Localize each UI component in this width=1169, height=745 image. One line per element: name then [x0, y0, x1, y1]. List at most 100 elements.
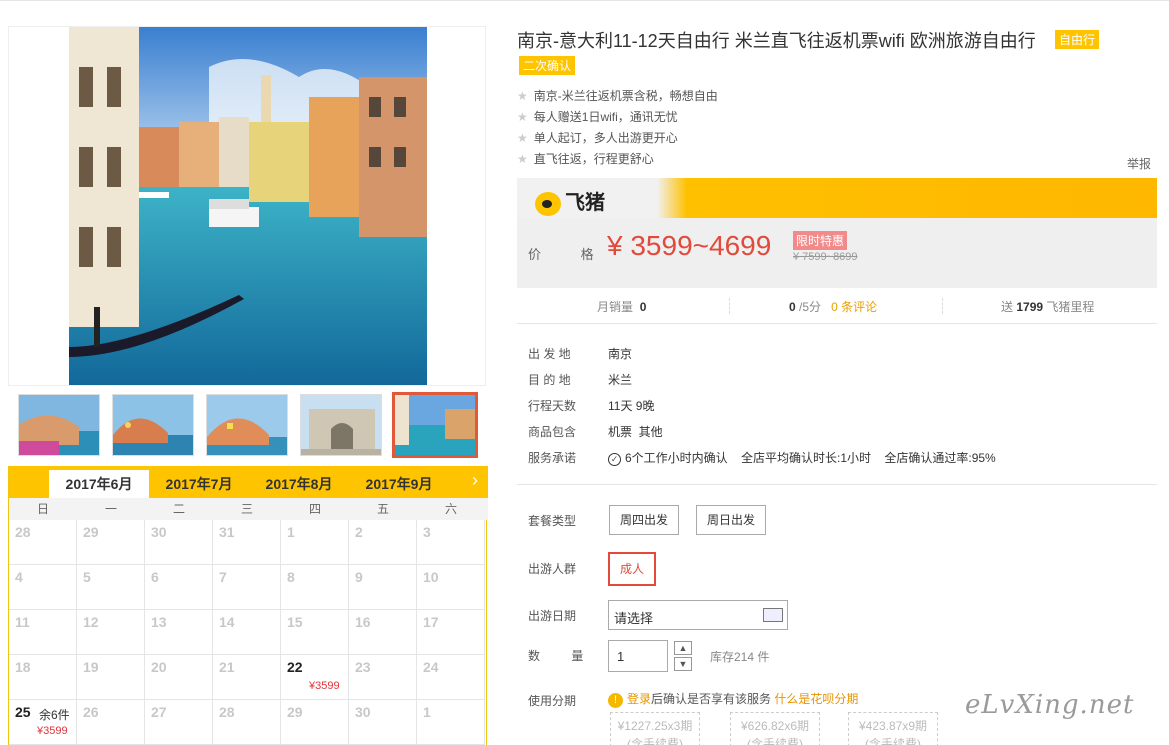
calendar-day[interactable]: 29 — [281, 700, 349, 745]
calendar-day[interactable]: 30 — [349, 700, 417, 745]
calendar-day[interactable]: 10 — [417, 565, 485, 610]
calendar-day[interactable]: 28 — [9, 520, 77, 565]
calendar-day[interactable]: 8 — [281, 565, 349, 610]
calendar-day[interactable]: 30 — [145, 520, 213, 565]
weekday: 六 — [444, 502, 457, 516]
calendar-day[interactable]: 9 — [349, 565, 417, 610]
original-price: ¥ 7599~8699 — [793, 251, 858, 263]
quantity-decrease-button[interactable]: ▼ — [674, 657, 692, 671]
thumbnail-4[interactable] — [300, 394, 382, 456]
tab-month-2[interactable]: 2017年7月 — [149, 470, 249, 498]
thumbnail-1[interactable] — [18, 394, 100, 456]
trip-type-badge: 自由行 — [1055, 30, 1100, 49]
weekday: 一 — [104, 502, 117, 516]
tab-month-1[interactable]: 2017年6月 — [49, 470, 149, 498]
thumbnail-3[interactable] — [206, 394, 288, 456]
calendar-day[interactable]: 15 — [281, 610, 349, 655]
huabei-info-link[interactable]: 什么是花呗分期 — [774, 692, 858, 706]
calendar-day[interactable]: 1 — [281, 520, 349, 565]
cliff-town-thumb — [113, 395, 193, 455]
calendar-day[interactable]: 7 — [213, 565, 281, 610]
calendar-icon[interactable] — [763, 608, 783, 622]
calendar-day[interactable]: 29 — [77, 520, 145, 565]
installment-option-6[interactable]: ¥626.82x6期 (含手续费) — [730, 712, 820, 745]
star-icon: ★ — [517, 152, 528, 166]
installment-option-3[interactable]: ¥1227.25x3期 (含手续费) — [610, 712, 700, 745]
calendar-day[interactable]: 26 — [77, 700, 145, 745]
calendar-month-tabs: 2017年6月 2017年7月 2017年8月 2017年9月 › — [9, 466, 488, 498]
calendar-day[interactable]: 12 — [77, 610, 145, 655]
reviews-link[interactable]: 0 条评论 — [831, 300, 877, 314]
thumbnail-5-selected[interactable] — [392, 392, 478, 458]
date-picker-value: 请选择 — [614, 611, 654, 626]
crowd-adult-button[interactable]: 成人 — [608, 552, 657, 586]
calendar-day[interactable]: 19 — [77, 655, 145, 700]
day-number: 16 — [355, 614, 371, 630]
calendar-day[interactable]: 16 — [349, 610, 417, 655]
rating: 0 /5分 0 条评论 — [789, 300, 878, 314]
calendar-day[interactable]: 14 — [213, 610, 281, 655]
calendar-day[interactable]: 25 余6件 ¥3599 — [9, 700, 77, 745]
day-number: 10 — [423, 569, 439, 585]
calendar-day[interactable]: 31 — [213, 520, 281, 565]
star-icon: ★ — [517, 89, 528, 103]
feature-item: ★ 每人赠送1日wifi，通讯无忧 — [517, 110, 678, 124]
weekday: 四 — [308, 502, 321, 516]
date-picker-input[interactable]: 请选择 — [608, 600, 788, 630]
chevron-right-icon[interactable]: › — [472, 470, 478, 491]
calendar-day[interactable]: 18 — [9, 655, 77, 700]
report-link[interactable]: 举报 — [1127, 155, 1151, 172]
alert-icon: ! — [608, 693, 623, 708]
confirm-badge: 二次确认 — [519, 56, 576, 75]
day-number: 19 — [83, 659, 99, 675]
calendar-day[interactable]: 28 — [213, 700, 281, 745]
quantity-increase-button[interactable]: ▲ — [674, 641, 692, 655]
day-number: 7 — [219, 569, 227, 585]
day-number: 5 — [83, 569, 91, 585]
calendar-day[interactable]: 21 — [213, 655, 281, 700]
calendar-day[interactable]: 3 — [417, 520, 485, 565]
day-number: 11 — [15, 614, 30, 630]
calendar-day[interactable]: 17 — [417, 610, 485, 655]
date-label: 出游日期 — [528, 609, 577, 623]
venice-canal-image — [69, 27, 427, 385]
day-number: 31 — [219, 524, 235, 540]
weekday: 日 — [36, 502, 49, 516]
day-number: 8 — [287, 569, 295, 585]
tab-month-3[interactable]: 2017年8月 — [249, 470, 349, 498]
tab-month-4[interactable]: 2017年9月 — [349, 470, 449, 498]
calendar-day[interactable]: 13 — [145, 610, 213, 655]
day-number: 29 — [287, 704, 303, 720]
weekday: 三 — [240, 502, 253, 516]
stock-count: 库存214 件 — [710, 650, 770, 664]
day-number: 26 — [83, 704, 99, 720]
arch-monument-thumb — [301, 395, 381, 455]
calendar-day[interactable]: 23 — [349, 655, 417, 700]
calendar-day[interactable]: 22 ¥3599 — [281, 655, 349, 700]
thumbnail-2[interactable] — [112, 394, 194, 456]
day-number: 13 — [151, 614, 167, 630]
package-sunday-button[interactable]: 周日出发 — [696, 505, 767, 535]
stats-bar: 月销量 0 0 /5分 0 条评论 送 1799 飞猪里程 — [517, 288, 1157, 324]
calendar-day[interactable]: 1 — [417, 700, 485, 745]
main-product-image — [8, 26, 486, 386]
star-icon: ★ — [517, 131, 528, 145]
day-number: 20 — [151, 659, 167, 675]
calendar-day[interactable]: 11 — [9, 610, 77, 655]
calendar-day[interactable]: 27 — [145, 700, 213, 745]
login-link[interactable]: 登录 — [627, 692, 651, 706]
divider — [942, 298, 943, 314]
calendar-day[interactable]: 6 — [145, 565, 213, 610]
section-divider — [517, 484, 1157, 485]
day-number: 28 — [219, 704, 235, 720]
calendar-day[interactable]: 2 — [349, 520, 417, 565]
installment-option-9[interactable]: ¥423.87x9期 (含手续费) — [848, 712, 938, 745]
day-number: 4 — [15, 569, 23, 585]
calendar-day[interactable]: 4 — [9, 565, 77, 610]
day-number: 12 — [83, 614, 99, 630]
calendar-day[interactable]: 20 — [145, 655, 213, 700]
calendar-day[interactable]: 5 — [77, 565, 145, 610]
quantity-input[interactable]: 1 — [608, 640, 668, 672]
calendar-day[interactable]: 24 — [417, 655, 485, 700]
package-thursday-button[interactable]: 周四出发 — [609, 505, 680, 535]
